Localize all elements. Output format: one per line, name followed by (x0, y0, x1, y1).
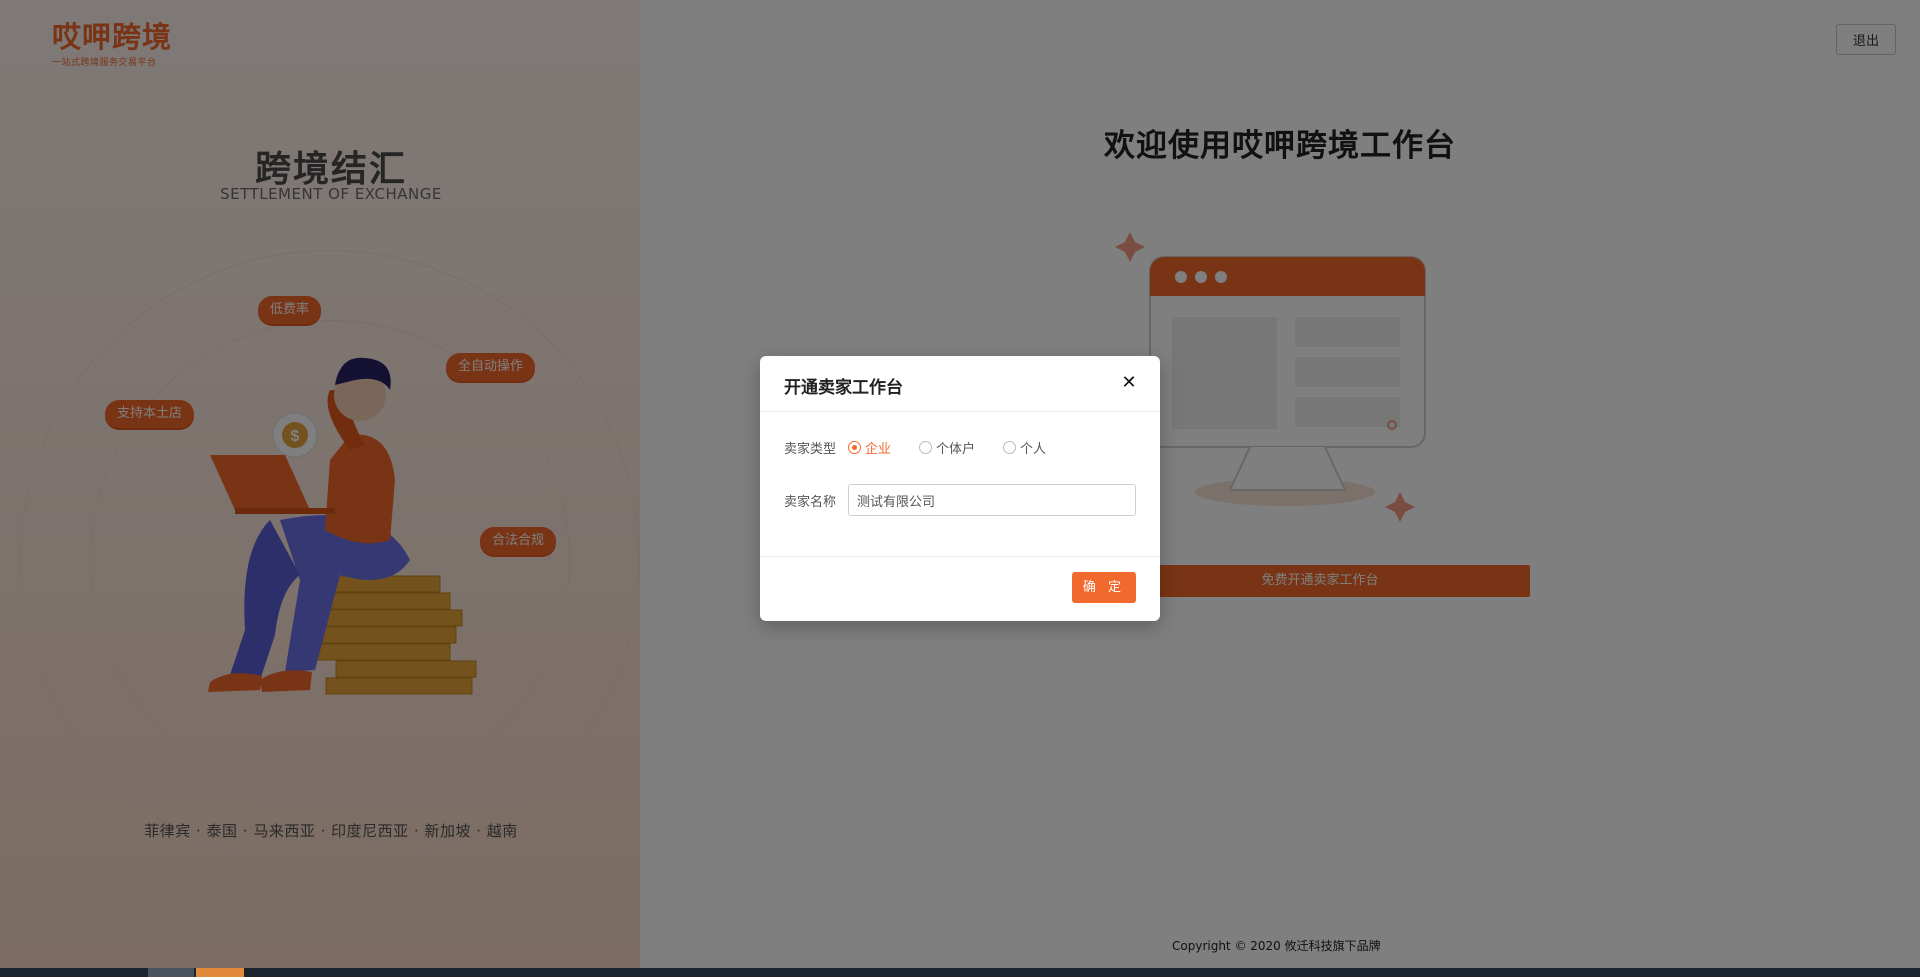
radio-individual-business[interactable]: 个体户 (919, 438, 975, 457)
radio-personal[interactable]: 个人 (1003, 438, 1046, 457)
seller-name-row: 卖家名称 (784, 484, 1136, 516)
radio-individual-business-label: 个体户 (936, 442, 976, 457)
confirm-button[interactable]: 确 定 (1072, 572, 1136, 603)
radio-selected-icon (848, 441, 861, 454)
dialog-header: 开通卖家工作台 ✕ (760, 356, 1160, 412)
os-taskbar (0, 968, 1920, 977)
seller-name-label: 卖家名称 (784, 494, 837, 510)
taskbar-app-1[interactable] (148, 968, 194, 977)
seller-name-input[interactable] (848, 484, 1136, 516)
radio-unselected-icon (1003, 441, 1017, 454)
seller-type-row: 卖家类型 企业 个体户 个人 (784, 438, 1074, 457)
dialog-title: 开通卖家工作台 (784, 378, 903, 398)
seller-type-label: 卖家类型 (784, 442, 837, 457)
close-icon[interactable]: ✕ (1118, 372, 1140, 394)
radio-enterprise[interactable]: 企业 (848, 438, 891, 457)
dialog-footer: 确 定 (760, 556, 1160, 621)
radio-personal-label: 个人 (1020, 442, 1047, 457)
radio-enterprise-label: 企业 (865, 442, 892, 457)
radio-unselected-icon (919, 441, 933, 454)
taskbar-app-2[interactable] (196, 968, 244, 977)
open-workbench-dialog: 开通卖家工作台 ✕ 卖家类型 企业 个体户 个人 卖家名称 确 定 (760, 356, 1160, 621)
